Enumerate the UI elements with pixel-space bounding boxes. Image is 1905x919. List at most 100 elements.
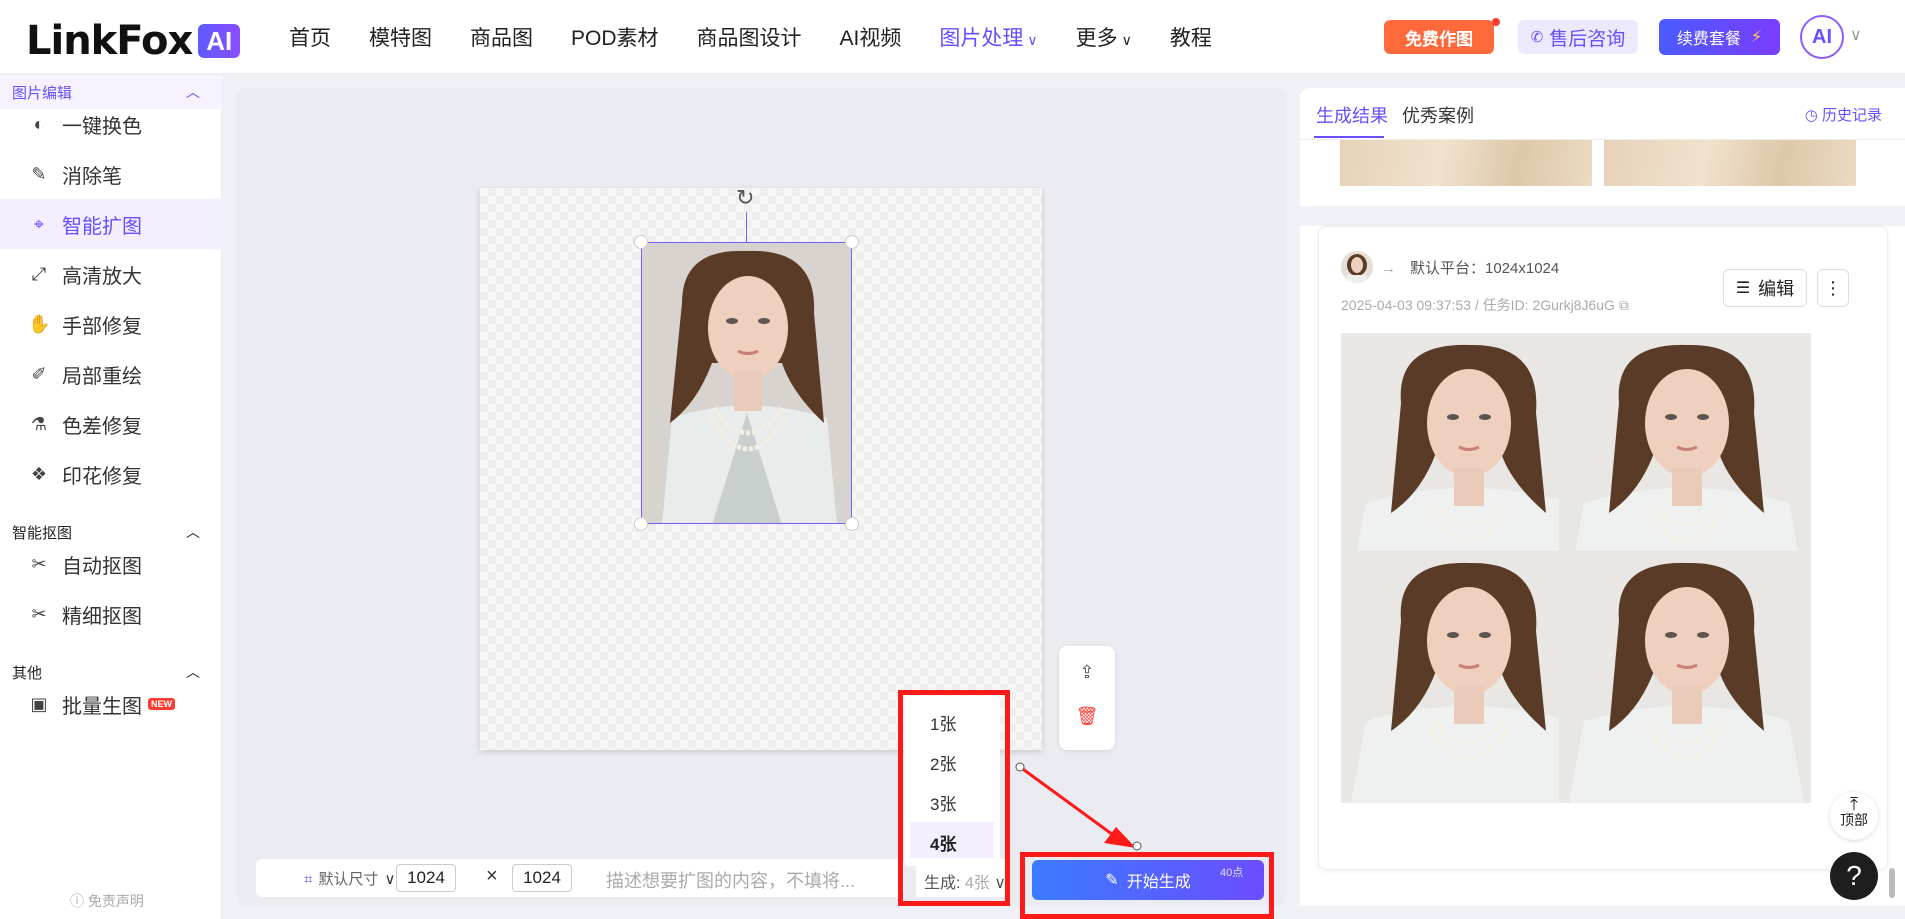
size-preset-label: 默认尺寸 <box>318 871 379 888</box>
resize-handle-bl[interactable] <box>634 517 648 531</box>
prompt-input[interactable]: 描述想要扩图的内容，不填将... <box>584 859 904 897</box>
color-fix-icon: ⚗ <box>30 413 48 434</box>
trash-icon[interactable]: 🗑 <box>1059 706 1115 727</box>
nav-item-5[interactable]: AI视频 <box>840 22 902 52</box>
after-sales-button[interactable]: ✆ 售后咨询 <box>1518 20 1638 54</box>
nav-item-4[interactable]: 商品图设计 <box>697 22 802 52</box>
nav-label: 教程 <box>1169 27 1212 50</box>
nav-label: 更多 <box>1075 27 1118 50</box>
chevron-down-icon: ∨ <box>384 871 396 888</box>
result-portrait <box>1341 333 1593 585</box>
nav-label: 图片处理 <box>939 27 1024 50</box>
back-to-top-button[interactable]: ⤒ 顶部 <box>1830 792 1878 840</box>
canvas-tool-box: ⇪ 🗑 <box>1059 646 1115 750</box>
task-meta: 2025-04-03 09:37:53 / 任务ID: 2Gurkj8J6uG … <box>1341 295 1629 315</box>
previous-result-thumb-2[interactable] <box>1604 140 1856 186</box>
eraser-icon: ✎ <box>31 163 47 184</box>
copy-icon[interactable]: ⧉ <box>1619 297 1629 313</box>
sidebar-item-1[interactable]: ✎ 消除笔 <box>0 149 222 199</box>
upscale-icon: ⤢ <box>31 263 47 284</box>
result-image-3[interactable] <box>1341 551 1593 803</box>
nav-label: 商品图设计 <box>696 27 802 50</box>
more-options-button[interactable]: ⋮ <box>1817 269 1849 307</box>
width-input[interactable]: 1024 <box>396 864 456 892</box>
new-badge: NEW <box>148 698 175 710</box>
nav-label: 首页 <box>289 27 331 50</box>
top-header: LinkFox AI 首页 模特图 商品图 POD素材 商品图设计 AI视频 图片处理 ∨ 更多… <box>0 0 1905 74</box>
result-image-4[interactable] <box>1559 551 1811 803</box>
rotate-connector <box>746 212 747 242</box>
sidebar-item-2[interactable]: ⌖ 智能扩图 <box>0 199 222 249</box>
help-button[interactable]: ? <box>1830 852 1878 900</box>
free-create-button[interactable]: 免费作图 <box>1384 20 1494 54</box>
task-meta-text: 2025-04-03 09:37:53 / 任务ID: 2Gurkj8J6uG <box>1341 297 1615 313</box>
sidebar-item-6[interactable]: ⚗ 色差修复 <box>0 399 222 449</box>
results-panel: 生成结果 优秀案例 ◷ 历史记录 → 默认平台：1024x1024 2025-04… <box>1300 88 1905 906</box>
result-portrait <box>1341 551 1593 803</box>
height-input[interactable]: 1024 <box>512 864 572 892</box>
portrait-illustration <box>642 243 851 523</box>
result-portrait <box>1559 551 1811 803</box>
sidebar-item-9[interactable]: ✂ 精细抠图 <box>0 589 222 639</box>
notification-dot <box>1492 18 1500 26</box>
history-label: 历史记录 <box>1821 107 1882 124</box>
history-link[interactable]: ◷ 历史记录 <box>1805 104 1882 125</box>
back-to-top-label: 顶部 <box>1840 812 1868 828</box>
scrollbar-thumb[interactable] <box>1889 868 1895 898</box>
highlight-box-dropdown <box>898 690 1010 906</box>
sidebar-item-0[interactable]: ◐ 一键换色 <box>0 99 222 149</box>
sidebar-item-7[interactable]: ❖ 印花修复 <box>0 449 222 499</box>
renew-label: 续费套餐 <box>1676 31 1741 48</box>
edit-button[interactable]: ☰ 编辑 <box>1723 269 1807 307</box>
hand-icon: ✋ <box>28 313 51 334</box>
nav-item-6[interactable]: 图片处理 ∨ <box>939 22 1037 52</box>
rotate-icon[interactable]: ↻ <box>736 185 754 211</box>
card-gap <box>1300 206 1905 226</box>
renew-plan-button[interactable]: 续费套餐 ⚡ <box>1659 19 1780 55</box>
logo-text: LinkFox <box>26 18 193 64</box>
sliders-icon: ☰ <box>1735 280 1751 297</box>
tab-results[interactable]: 生成结果 <box>1316 102 1388 128</box>
disclaimer-label: 免责声明 <box>87 893 144 909</box>
source-thumbnail[interactable] <box>1341 251 1373 283</box>
sidebar-item-label: 局部重绘 <box>62 365 142 388</box>
user-avatar[interactable]: AI <box>1800 15 1844 59</box>
clock-icon: ◷ <box>1804 107 1822 124</box>
nav-item-2[interactable]: 商品图 <box>470 22 533 52</box>
nav-label: POD素材 <box>571 27 659 50</box>
edit-label: 编辑 <box>1758 279 1795 299</box>
nav-item-1[interactable]: 模特图 <box>369 22 432 52</box>
logo[interactable]: LinkFox AI <box>26 18 241 64</box>
uploaded-portrait-image[interactable] <box>641 242 852 524</box>
resize-handle-br[interactable] <box>845 517 859 531</box>
batch-image-icon: ▣ <box>30 693 48 714</box>
sidebar-item-4[interactable]: ✋ 手部修复 <box>0 299 222 349</box>
print-fix-icon: ❖ <box>30 463 48 484</box>
nav-item-3[interactable]: POD素材 <box>571 22 659 52</box>
sidebar-item-10[interactable]: ▣ 批量生图 NEW <box>0 679 222 729</box>
platform-info: → 默认平台：1024x1024 <box>1381 257 1559 278</box>
nav-item-7[interactable]: 更多 ∨ <box>1076 22 1132 52</box>
upload-icon[interactable]: ⇪ <box>1059 662 1115 683</box>
size-preset-select[interactable]: ⌗ 默认尺寸 ∨ <box>304 868 395 889</box>
auto-cutout-icon: ✂ <box>31 553 47 574</box>
sidebar-item-label: 消除笔 <box>62 165 122 188</box>
result-image-1[interactable] <box>1341 333 1593 585</box>
nav-label: 模特图 <box>369 27 432 50</box>
nav-label: AI视频 <box>839 27 902 50</box>
repaint-icon: ✐ <box>31 363 47 384</box>
previous-result-thumb-1[interactable] <box>1340 140 1592 186</box>
sidebar-item-5[interactable]: ✐ 局部重绘 <box>0 349 222 399</box>
chevron-down-icon[interactable]: ∨ <box>1850 25 1862 45</box>
nav-item-8[interactable]: 教程 <box>1170 22 1212 52</box>
sidebar-item-3[interactable]: ⤢ 高清放大 <box>0 249 222 299</box>
sidebar-item-8[interactable]: ✂ 自动抠图 <box>0 539 222 589</box>
resize-handle-tl[interactable] <box>634 235 648 249</box>
disclaimer-link[interactable]: ⓘ 免责声明 <box>70 891 144 911</box>
result-image-2[interactable] <box>1559 333 1811 585</box>
highlight-box-start <box>1020 852 1274 919</box>
resize-handle-tr[interactable] <box>845 235 859 249</box>
tab-showcase[interactable]: 优秀案例 <box>1402 102 1474 128</box>
nav-item-0[interactable]: 首页 <box>289 22 331 52</box>
mini-portrait <box>1341 251 1373 283</box>
